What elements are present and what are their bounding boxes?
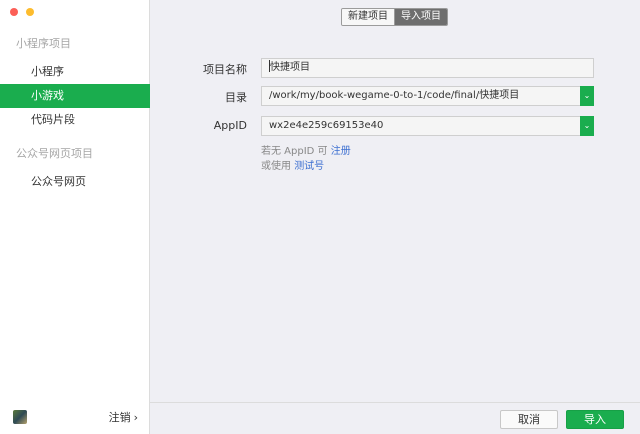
chevron-down-icon: ⌄ — [583, 91, 591, 100]
sidebar-item-code-snippet[interactable]: 代码片段 — [0, 108, 150, 132]
directory-row: 目录 /work/my/book-wegame-0-to-1/code/fina… — [150, 86, 640, 106]
project-name-row: 项目名称 快捷项目 — [150, 58, 640, 78]
project-tabs: 新建项目 导入项目 — [341, 8, 448, 26]
minimize-window-button[interactable] — [26, 8, 34, 16]
cancel-button[interactable]: 取消 — [500, 410, 558, 429]
close-window-button[interactable] — [10, 8, 18, 16]
directory-label: 目录 — [225, 91, 247, 104]
sidebar-item-miniprogram[interactable]: 小程序 — [0, 60, 150, 84]
logout-label: 注销 — [108, 411, 131, 424]
section-title-miniprogram: 小程序项目 — [16, 37, 71, 50]
appid-dropdown-button[interactable]: ⌄ — [580, 116, 594, 136]
register-hint: 若无 AppID 可 注册 — [261, 142, 351, 157]
test-account-hint: 或使用 测试号 — [261, 157, 324, 172]
sidebar-item-official-web[interactable]: 公众号网页 — [0, 170, 150, 194]
register-hint-text: 若无 AppID 可 — [261, 146, 331, 157]
tab-import-project[interactable]: 导入项目 — [394, 9, 447, 25]
test-account-hint-text: 或使用 — [261, 161, 295, 172]
action-bar: 取消 导入 — [150, 402, 640, 434]
register-link[interactable]: 注册 — [331, 146, 351, 157]
appid-input[interactable]: wx2e4e259c69153e40 — [261, 116, 581, 136]
avatar[interactable] — [13, 410, 27, 424]
project-name-value: 快捷项目 — [270, 62, 310, 73]
project-name-input[interactable]: 快捷项目 — [261, 58, 594, 78]
sidebar-item-minigame[interactable]: 小游戏 — [0, 84, 150, 108]
project-name-label: 项目名称 — [203, 63, 247, 76]
chevron-down-icon: ⌄ — [583, 121, 591, 130]
tab-new-project[interactable]: 新建项目 — [342, 9, 394, 25]
appid-label: AppID — [213, 119, 247, 132]
directory-dropdown-button[interactable]: ⌄ — [580, 86, 594, 106]
appid-row: AppID wx2e4e259c69153e40 ⌄ — [150, 116, 640, 136]
logout-button[interactable]: 注销 › — [109, 409, 138, 425]
sidebar: 小程序项目 小程序 小游戏 代码片段 公众号网页项目 公众号网页 注销 › — [0, 0, 150, 434]
chevron-right-icon: › — [133, 411, 138, 424]
section-title-official-account: 公众号网页项目 — [16, 147, 93, 160]
directory-input[interactable]: /work/my/book-wegame-0-to-1/code/final/快… — [261, 86, 581, 106]
window-controls — [10, 8, 34, 16]
main-panel: 新建项目 导入项目 项目名称 快捷项目 目录 /work/my/book-weg… — [150, 0, 640, 434]
sidebar-footer: 注销 › — [0, 404, 150, 434]
import-button[interactable]: 导入 — [566, 410, 624, 429]
test-account-link[interactable]: 测试号 — [294, 161, 324, 172]
